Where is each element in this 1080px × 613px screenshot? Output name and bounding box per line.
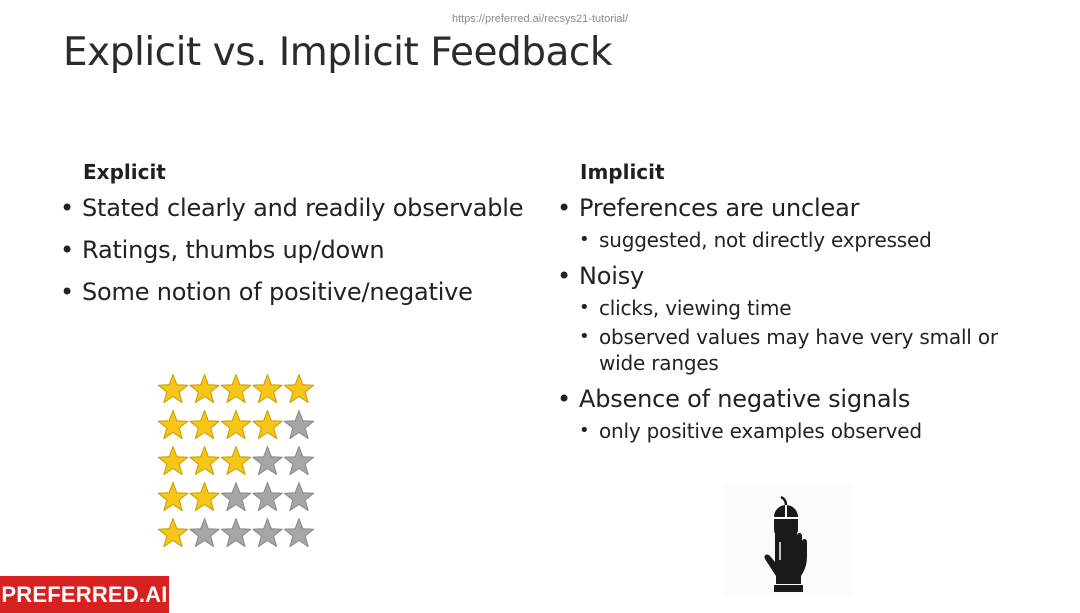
explicit-bullet: Ratings, thumbs up/down — [60, 236, 530, 265]
filled-star-icon — [220, 446, 252, 476]
implicit-heading: Implicit — [580, 160, 665, 184]
empty-star-icon — [283, 518, 315, 548]
preferred-ai-logo: PREFERRED.AI — [0, 576, 169, 613]
slide-url: https://preferred.ai/recsys21-tutorial/ — [451, 13, 629, 25]
empty-star-icon — [252, 518, 283, 548]
filled-star-icon — [220, 374, 252, 404]
empty-star-icon — [220, 482, 252, 512]
filled-star-icon — [157, 518, 189, 548]
empty-star-icon — [189, 518, 220, 548]
filled-star-icon — [157, 446, 189, 476]
filled-star-icon — [189, 374, 220, 404]
implicit-sub-bullet: clicks, viewing time — [557, 295, 1017, 321]
filled-star-icon — [252, 374, 283, 404]
implicit-sub-bullet: observed values may have very small or w… — [557, 324, 1017, 376]
filled-star-icon — [252, 410, 283, 440]
explicit-bullet: Some notion of positive/negative — [60, 278, 530, 307]
implicit-bullet: Noisy — [557, 262, 1017, 291]
filled-star-icon — [157, 410, 189, 440]
empty-star-icon — [252, 446, 283, 476]
implicit-sub-bullet: suggested, not directly expressed — [557, 227, 1017, 253]
implicit-bullet: Preferences are unclear — [557, 194, 1017, 223]
filled-star-icon — [189, 482, 220, 512]
filled-star-icon — [157, 374, 189, 404]
hand-clicking-mouse-icon — [723, 484, 853, 596]
filled-star-icon — [220, 410, 252, 440]
explicit-bullet: Stated clearly and readily observable — [60, 194, 530, 223]
filled-star-icon — [157, 482, 189, 512]
explicit-column: Explicit Stated clearly and readily obse… — [60, 160, 530, 320]
empty-star-icon — [283, 446, 315, 476]
empty-star-icon — [220, 518, 252, 548]
filled-star-icon — [189, 446, 220, 476]
empty-star-icon — [252, 482, 283, 512]
filled-star-icon — [189, 410, 220, 440]
implicit-bullet: Absence of negative signals — [557, 385, 1017, 414]
star-ratings-illustration — [157, 374, 315, 548]
slide-title: Explicit vs. Implicit Feedback — [63, 30, 612, 75]
implicit-column: Implicit Preferences are unclear suggest… — [557, 160, 1017, 453]
empty-star-icon — [283, 410, 315, 440]
empty-star-icon — [283, 482, 315, 512]
filled-star-icon — [283, 374, 315, 404]
implicit-sub-bullet: only positive examples observed — [557, 418, 1017, 444]
explicit-heading: Explicit — [83, 160, 166, 184]
